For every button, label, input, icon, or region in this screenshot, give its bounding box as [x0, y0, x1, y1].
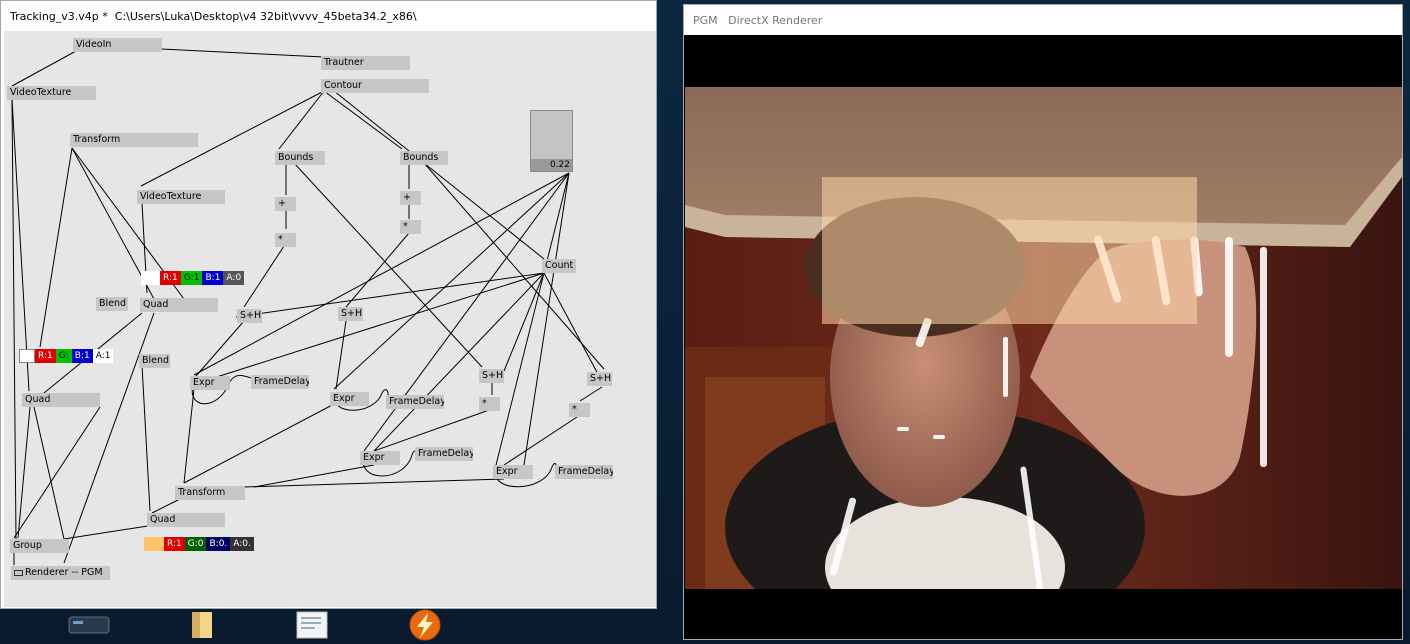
vvvv-icon[interactable] [66, 609, 112, 641]
node-transform-1[interactable]: Transform [70, 133, 198, 147]
color-green-value: G: [55, 349, 72, 363]
folder-icon[interactable] [184, 609, 220, 641]
color-alpha-value: A:1 [92, 349, 114, 363]
color-blue-value: B:0. [206, 537, 231, 551]
renderer-window-icon [14, 570, 23, 576]
node-sh-4[interactable]: S+H [587, 372, 612, 386]
color-red-value: R:1 [160, 271, 181, 285]
node-videoin[interactable]: VideoIn [73, 38, 162, 52]
color-node-2[interactable]: R:1 G: B:1 A:1 [19, 349, 114, 363]
node-plus-2[interactable]: + [400, 191, 421, 205]
node-multiply-3[interactable]: * [479, 397, 500, 411]
node-count[interactable]: Count [542, 259, 576, 273]
node-contour[interactable]: Contour [321, 79, 429, 93]
color-alpha-value: A:0 [223, 271, 245, 285]
document-icon[interactable] [293, 609, 331, 641]
node-blend-1[interactable]: Blend [96, 297, 128, 311]
node-plus-1[interactable]: + [275, 197, 296, 211]
patch-editor-window[interactable]: Tracking_v3.v4p * C:\Users\Luka\Desktop\… [0, 0, 657, 609]
node-trautner[interactable]: Trautner [321, 56, 410, 70]
tracking-bounding-box [822, 177, 1197, 324]
node-transform-2[interactable]: Transform [175, 486, 245, 500]
flash-icon[interactable] [402, 609, 448, 641]
node-sh-2[interactable]: S+H [338, 307, 363, 321]
node-bounds-2[interactable]: Bounds [400, 151, 448, 165]
node-multiply-4[interactable]: * [569, 403, 590, 417]
color-green-value: G:1 [180, 271, 203, 285]
node-videotexture-2[interactable]: VideoTexture [137, 190, 225, 204]
node-expr-4[interactable]: Expr [493, 465, 533, 479]
renderer-label: Renderer -- PGM [25, 567, 103, 578]
slider-value: 0.22 [531, 159, 572, 171]
color-swatch-white [19, 349, 35, 363]
node-framedelay-4[interactable]: FrameDelay [555, 465, 613, 479]
webcam-image [685, 87, 1402, 589]
node-sh-3[interactable]: S+H [479, 369, 504, 383]
node-framedelay-1[interactable]: FrameDelay [251, 375, 309, 389]
node-framedelay-2[interactable]: FrameDelay [386, 395, 444, 409]
color-blue-value: B:1 [71, 349, 93, 363]
color-alpha-value: A:0. [230, 537, 254, 551]
node-expr-1[interactable]: Expr [190, 376, 230, 390]
node-renderer[interactable]: Renderer -- PGM [11, 566, 110, 580]
color-node-1[interactable]: R:1 G:1 B:1 A:0 [141, 271, 245, 285]
node-sh-1[interactable]: S+H [237, 309, 262, 323]
color-red-value: R:1 [164, 537, 185, 551]
node-quad-2[interactable]: Quad [22, 393, 100, 407]
node-multiply-1[interactable]: * [275, 233, 296, 247]
webcam-video-frame [685, 87, 1402, 589]
patch-canvas[interactable]: VideoIn Trautner Contour VideoTexture Tr… [4, 31, 656, 607]
node-quad-1[interactable]: Quad [140, 298, 218, 312]
node-bounds-1[interactable]: Bounds [275, 151, 325, 165]
node-expr-3[interactable]: Expr [360, 451, 400, 465]
node-multiply-2[interactable]: * [400, 220, 421, 234]
node-group[interactable]: Group [10, 539, 69, 553]
value-slider[interactable]: 0.22 [530, 110, 573, 172]
color-green-value: G:0 [184, 537, 207, 551]
color-blue-value: B:1 [202, 271, 224, 285]
node-expr-2[interactable]: Expr [330, 392, 369, 406]
patch-title-bar[interactable]: Tracking_v3.v4p * C:\Users\Luka\Desktop\… [1, 1, 656, 31]
node-framedelay-3[interactable]: FrameDelay [415, 447, 473, 461]
color-swatch-white [141, 271, 160, 285]
color-red-value: R:1 [35, 349, 56, 363]
renderer-title-bar[interactable]: PGM DirectX Renderer [684, 5, 1402, 35]
node-blend-2[interactable]: Blend [139, 354, 170, 368]
color-node-3[interactable]: R:1 G:0 B:0. A:0. [144, 537, 254, 551]
node-videotexture-1[interactable]: VideoTexture [7, 86, 96, 100]
renderer-window[interactable]: PGM DirectX Renderer [683, 4, 1403, 640]
color-swatch-orange [144, 537, 164, 551]
node-quad-3[interactable]: Quad [147, 513, 225, 527]
